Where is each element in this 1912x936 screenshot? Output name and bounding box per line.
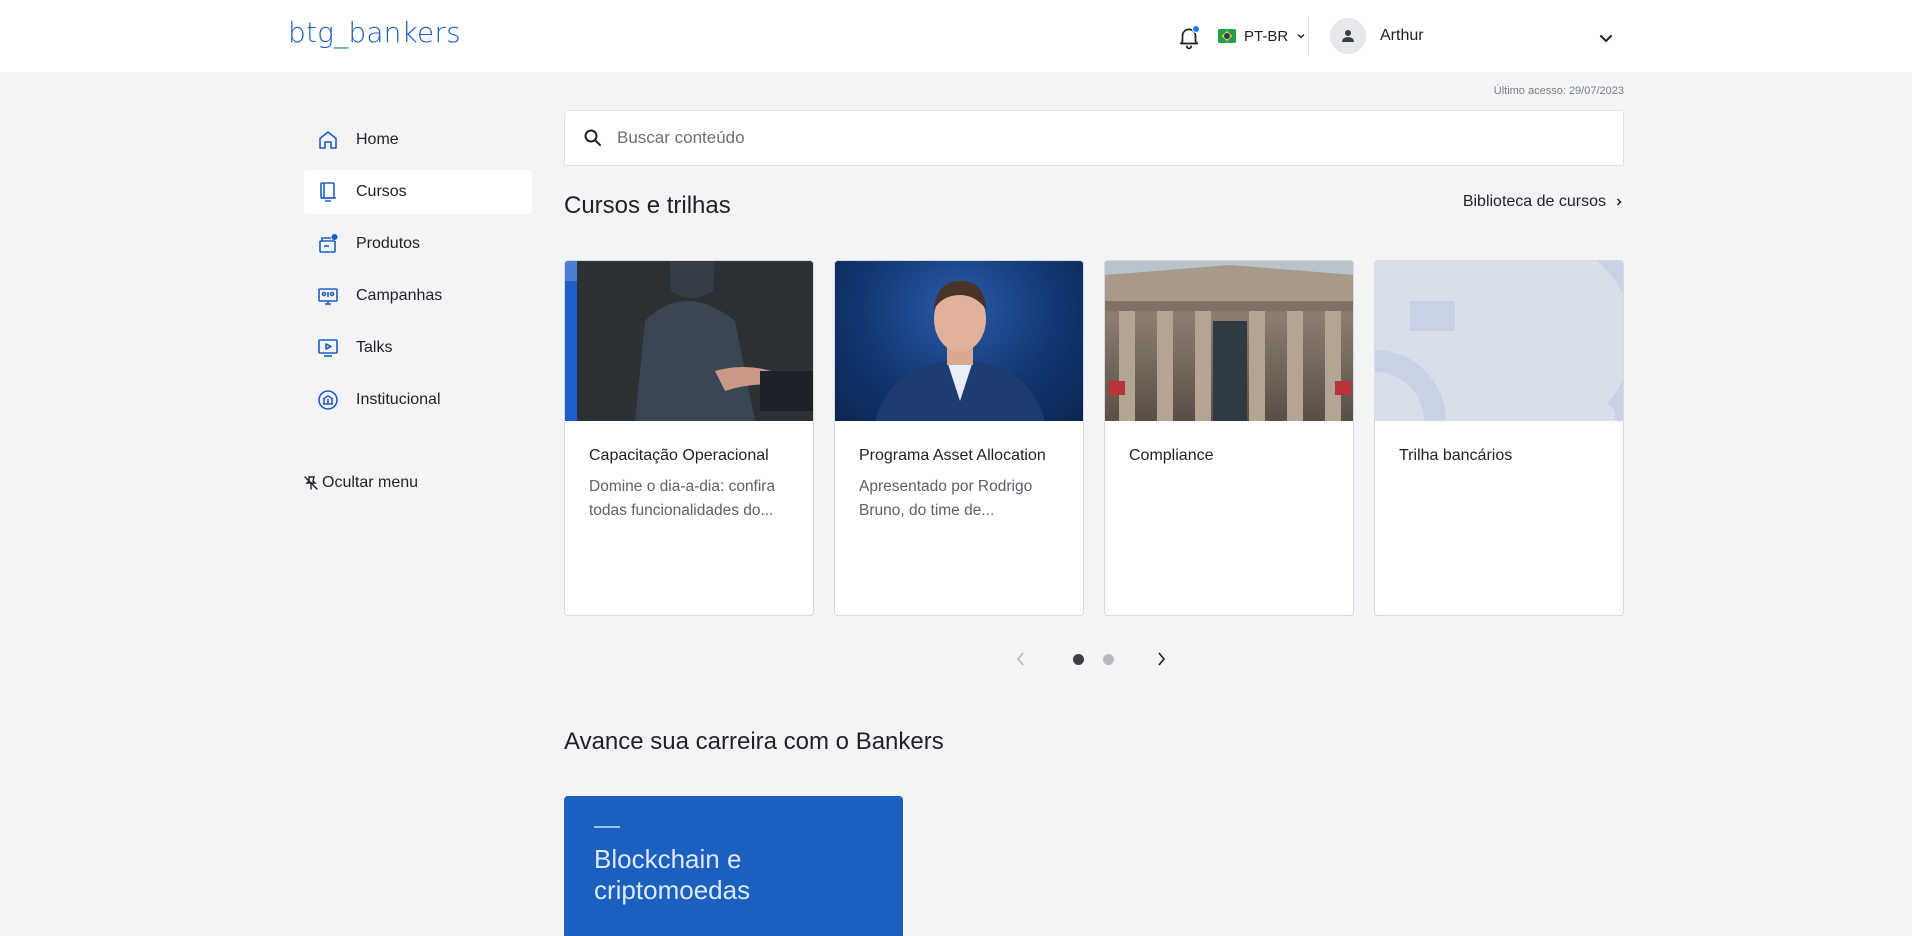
sidebar-item-label: Cursos [356, 183, 407, 200]
course-card-title: Capacitação Operacional [589, 447, 769, 464]
search-icon [584, 129, 601, 146]
last-access-text: Último acesso: 29/07/2023 [1493, 85, 1624, 97]
chevron-left-icon [1016, 652, 1024, 666]
chevron-right-icon [1158, 652, 1166, 666]
language-selector[interactable]: PT-BR [1218, 24, 1306, 48]
avatar[interactable] [1330, 18, 1366, 54]
institution-icon [318, 390, 338, 410]
top-bar: btg_bankers PT-BR Arthur [0, 0, 1912, 72]
user-name[interactable]: Arthur [1380, 27, 1424, 45]
pin-off-icon [304, 476, 318, 490]
course-card-image [565, 261, 813, 421]
course-card-title: Programa Asset Allocation [859, 447, 1046, 464]
course-library-label: Biblioteca de cursos [1462, 193, 1606, 210]
user-icon [1342, 30, 1354, 42]
pattern-placeholder [1375, 261, 1623, 421]
course-card-image [1105, 261, 1353, 421]
language-label: PT-BR [1244, 27, 1289, 45]
courses-section-title: Cursos e trilhas [564, 192, 731, 219]
sidebar-item-produtos[interactable]: Produtos [304, 222, 532, 266]
sidebar-item-label: Campanhas [356, 287, 443, 304]
course-card-image [835, 261, 1083, 421]
sidebar-item-cursos[interactable]: Cursos [304, 170, 532, 214]
course-card-image [1375, 261, 1623, 421]
video-play-icon [318, 339, 338, 357]
course-card-title: Trilha bancários [1399, 447, 1513, 464]
course-card[interactable]: Capacitação Operacional Domine o dia-a-d… [564, 260, 814, 616]
search-bar[interactable] [564, 110, 1624, 166]
hide-menu-label: Ocultar menu [322, 474, 419, 491]
brazil-flag-icon [1218, 29, 1236, 43]
course-card-title: Compliance [1129, 447, 1214, 464]
notification-badge [1192, 25, 1200, 33]
sidebar-item-label: Institucional [356, 391, 441, 408]
carousel-dot-active[interactable] [1073, 654, 1084, 665]
sidebar-item-talks[interactable]: Talks [304, 326, 532, 370]
sidebar-item-label: Talks [356, 339, 393, 356]
search-input[interactable] [617, 128, 1517, 148]
course-card[interactable]: Compliance [1104, 260, 1354, 616]
course-card[interactable]: Trilha bancários [1374, 260, 1624, 616]
header-divider [1308, 16, 1309, 56]
campaign-icon [318, 288, 338, 305]
carousel-controls [1010, 646, 1180, 672]
sidebar-item-label: Produtos [356, 235, 421, 252]
course-card-description: Apresentado por Rodrigo Bruno, do time d… [859, 478, 1033, 519]
hide-menu-button[interactable]: Ocultar menu [304, 474, 418, 492]
sidebar-item-institucional[interactable]: Institucional [304, 378, 532, 422]
logo[interactable]: btg_bankers [288, 16, 461, 49]
chevron-down-icon [1297, 33, 1305, 39]
products-icon [319, 234, 338, 253]
course-cards: Capacitação Operacional Domine o dia-a-d… [564, 260, 1624, 616]
promo-accent-line [594, 826, 620, 828]
career-promo-card[interactable]: Blockchain e criptomoedas [564, 796, 903, 936]
presenter-photo [875, 281, 1045, 421]
carousel-next-button[interactable] [1150, 648, 1172, 670]
sidebar-item-campanhas[interactable]: Campanhas [304, 274, 532, 318]
book-icon [320, 182, 336, 202]
chevron-right-icon [1616, 198, 1622, 206]
person-illustration [565, 261, 813, 421]
career-section-title: Avance sua carreira com o Bankers [564, 728, 944, 755]
course-card-description: Domine o dia-a-dia: confira todas funcio… [589, 478, 776, 519]
carousel-dot[interactable] [1103, 654, 1114, 665]
sidebar: Home Cursos Produtos Campanhas Talks Ins… [304, 118, 532, 430]
carousel-prev-button[interactable] [1010, 648, 1032, 670]
sidebar-item-label: Home [356, 131, 399, 148]
sidebar-item-home[interactable]: Home [304, 118, 532, 162]
course-library-link[interactable]: Biblioteca de cursos [1463, 193, 1624, 211]
promo-title: Blockchain e criptomoedas [594, 844, 751, 905]
user-menu-chevron-icon[interactable] [1596, 28, 1616, 48]
stock-exchange-photo [1105, 261, 1353, 421]
course-card[interactable]: Programa Asset Allocation Apresentado po… [834, 260, 1084, 616]
home-icon [319, 131, 337, 149]
